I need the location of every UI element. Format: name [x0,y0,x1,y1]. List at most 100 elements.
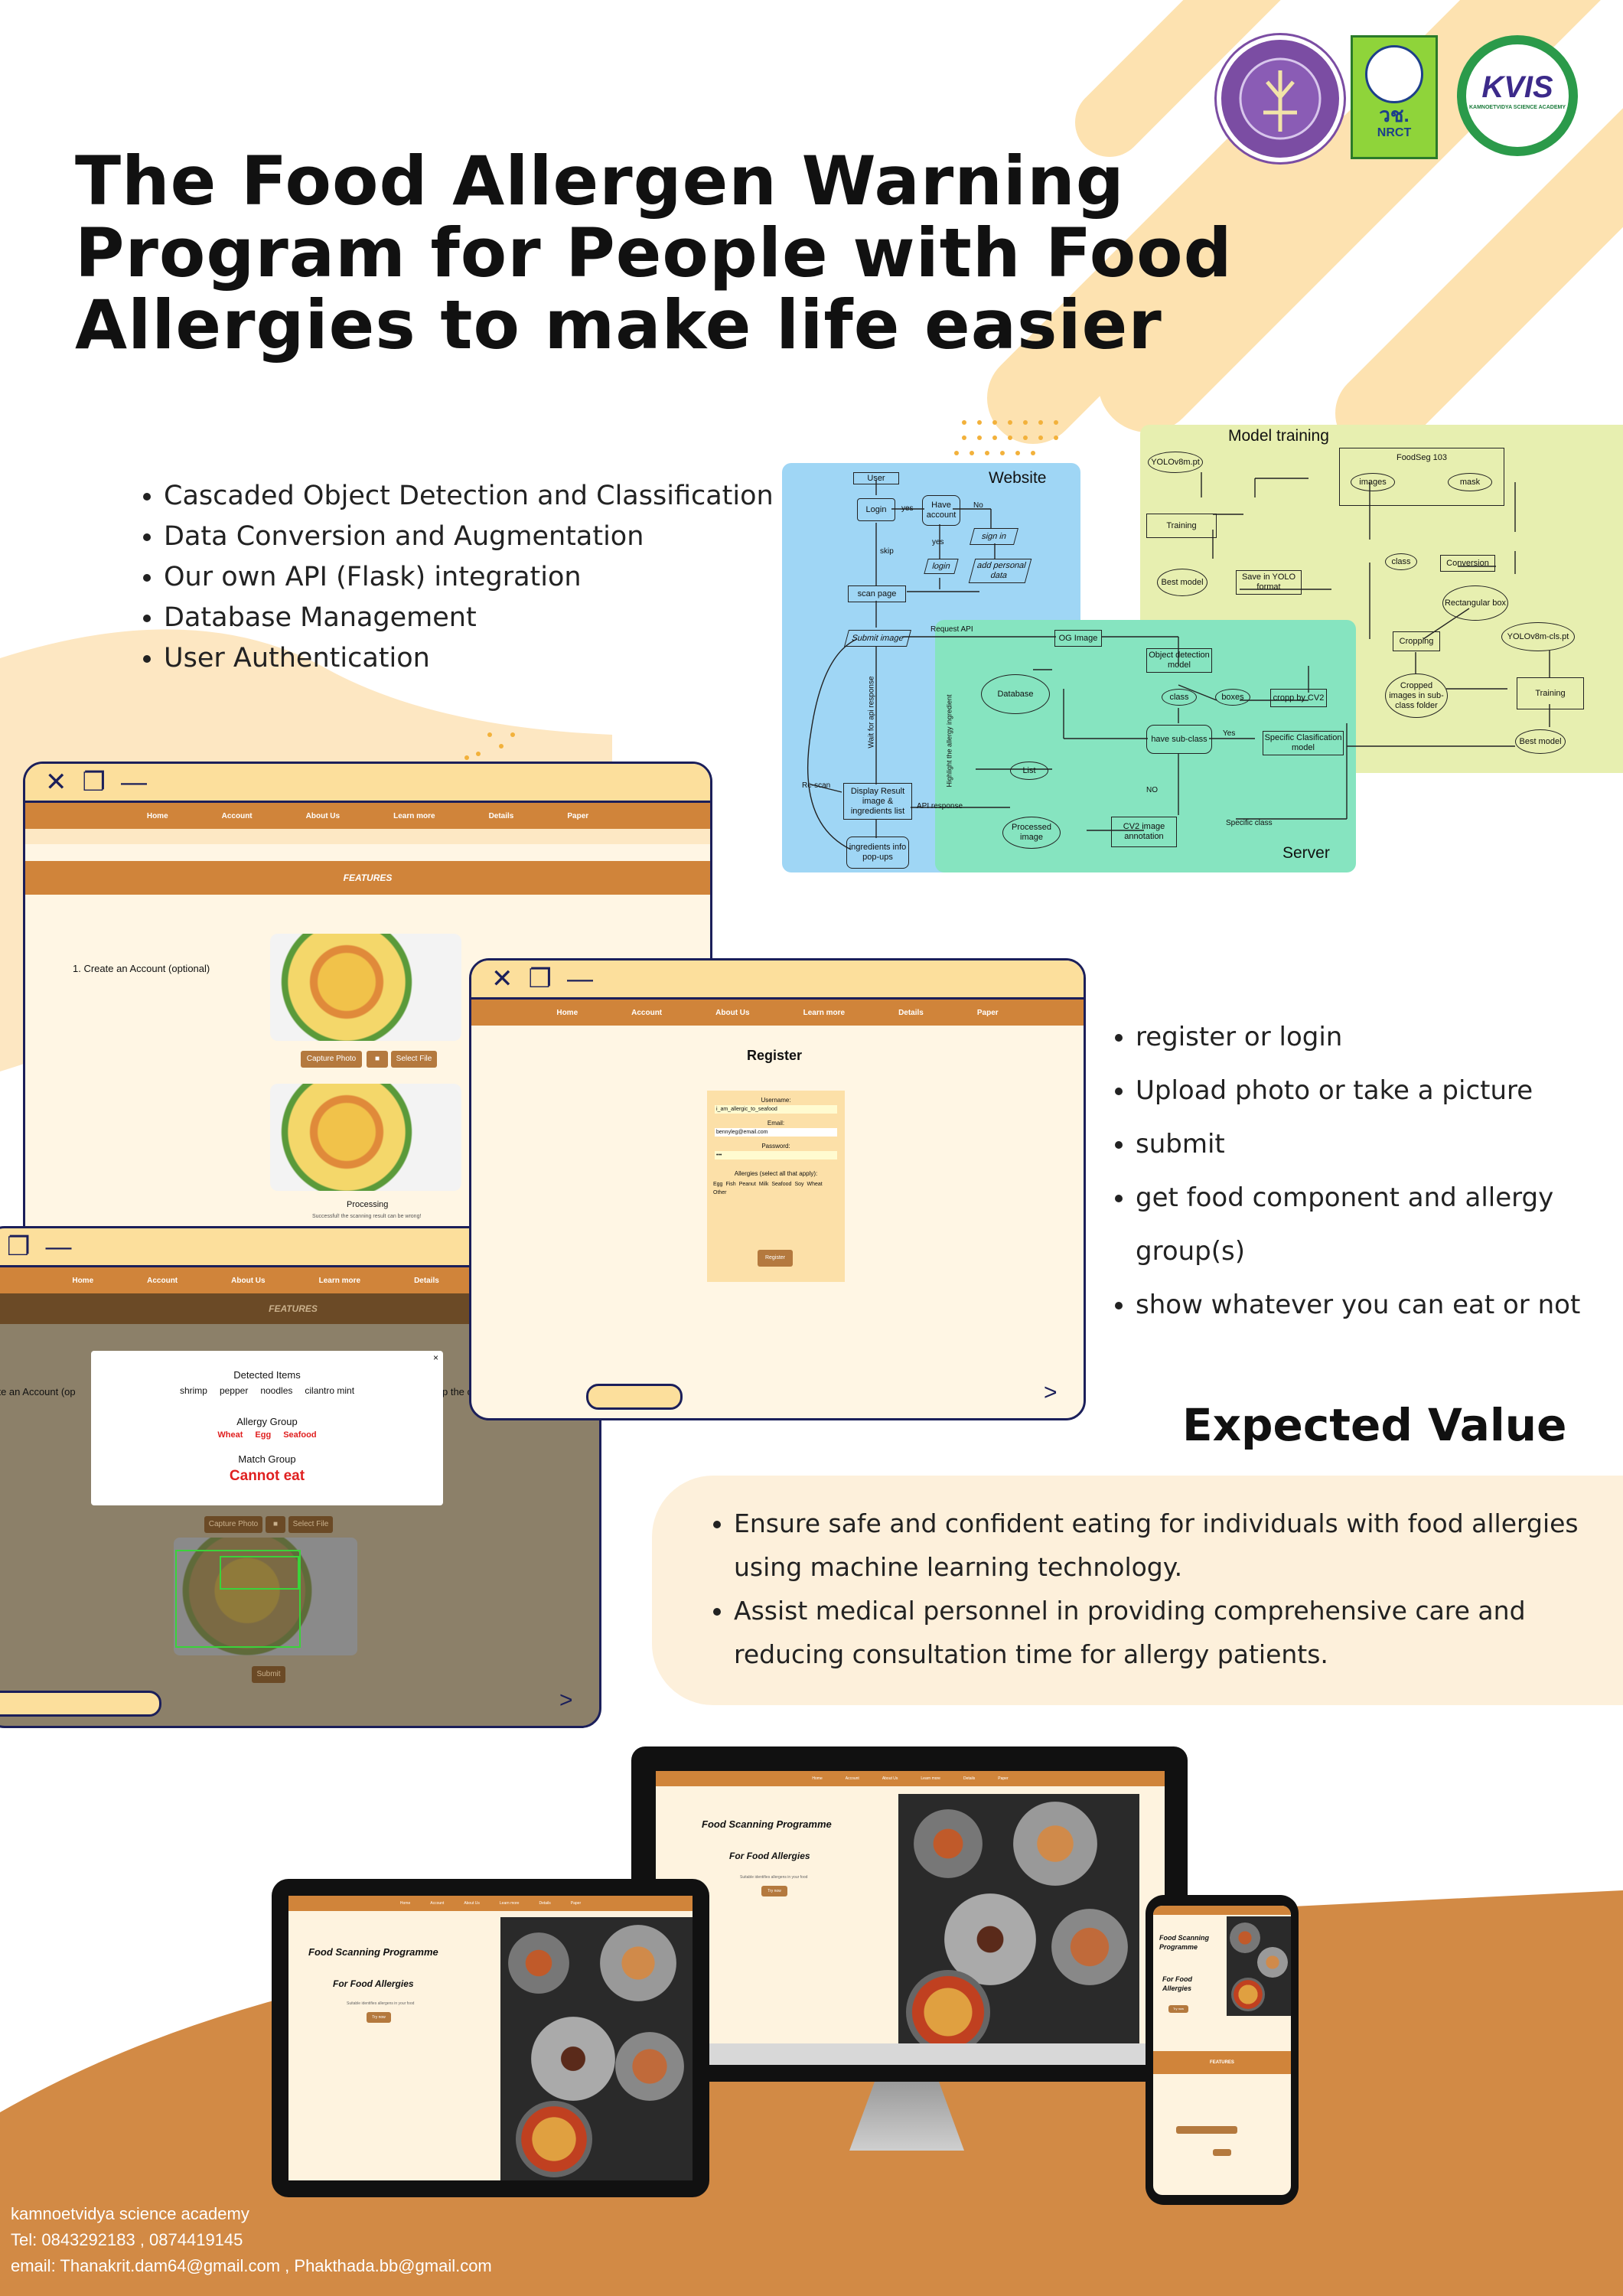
detected-items: shrimp pepper noodles cilantro mint [91,1385,443,1396]
phone-device: Food Scanning Programme For Food Allergi… [1146,1895,1299,2205]
flow-node-display-result: Display Result image & ingredients list [843,783,912,820]
nav-item[interactable]: Paper [998,1776,1008,1781]
select-file-button[interactable]: Select File [288,1516,333,1533]
nav-item[interactable]: Learn more [803,1009,845,1017]
flow-node-sub-class: have sub-class [1146,725,1212,754]
nav-item[interactable]: Paper [571,1901,581,1906]
password-field[interactable]: ••• [715,1151,837,1159]
email-field[interactable]: bennyleg@email.com [715,1128,837,1137]
detected-item: cilantro mint [305,1385,355,1396]
nav-item[interactable]: Learn more [393,812,435,820]
title-line: The Food Allergen Warning [75,142,1125,220]
capture-photo-button[interactable]: Capture Photo [204,1516,262,1533]
phone-screen: Food Scanning Programme For Food Allergi… [1153,1906,1291,2195]
checkbox-peanut[interactable]: Peanut [739,1182,756,1187]
match-title: Match Group [238,1453,296,1465]
checkbox-wheat[interactable]: Wheat [807,1182,823,1187]
try-now-button[interactable]: Try now [761,1886,787,1896]
step-label: eate an Account (op [0,1386,76,1397]
scrollbar[interactable] [0,1691,161,1717]
website-label: Website [989,469,1047,487]
nav-item[interactable]: Details [539,1901,550,1906]
minimize-icon[interactable]: — [567,964,593,994]
flow-node-training: Training [1146,514,1217,538]
register-form: Username: i_am_allergic_to_seafood Email… [707,1091,845,1282]
restore-icon[interactable]: ❐ [83,767,106,797]
flow-label-specific-class: Specific class [1226,819,1273,827]
next-arrow-icon[interactable]: > [1044,1380,1058,1406]
processing-note: Successful! the scanning result can be w… [312,1214,422,1219]
minimize-icon[interactable]: — [45,1232,71,1262]
poster-title: The Food Allergen Warning Program for Pe… [75,145,1299,361]
flow-node-user: User [853,472,899,484]
phone-numbers: Tel: 0843292183 , 0874419145 [11,2230,243,2249]
username-field[interactable]: i_am_allergic_to_seafood [715,1105,837,1114]
nav-item[interactable]: About Us [306,812,340,820]
checkbox-fish[interactable]: Fish [725,1182,735,1187]
minimize-icon[interactable]: — [121,768,147,797]
flow-node-og-image: OG Image [1054,630,1102,647]
camera-icon-button[interactable]: ■ [266,1516,285,1533]
try-now-button[interactable]: Try now [1168,2005,1188,2013]
try-now-button[interactable]: Try now [367,2012,391,2023]
nav-item[interactable]: Account [222,812,253,820]
restore-icon[interactable]: ❐ [7,1231,30,1262]
scrollbar[interactable] [586,1384,683,1410]
checkbox-milk[interactable]: Milk [759,1182,768,1187]
nav-item[interactable]: Details [489,812,514,820]
allergy-item: Wheat [217,1430,243,1440]
allergy-title: Allergy Group [236,1416,298,1427]
nav-item[interactable]: Details [414,1277,439,1285]
checkbox-egg[interactable]: Egg [713,1182,722,1187]
close-modal-icon[interactable]: × [433,1352,438,1363]
list-item: Assist medical personnel in providing co… [734,1589,1623,1676]
flow-label-api-response: API response [917,802,963,810]
checkbox-soy[interactable]: Soy [794,1182,803,1187]
close-icon[interactable]: ✕ [491,964,513,994]
checkbox-other[interactable]: Other [713,1190,727,1195]
monitor-screen: Home Account About Us Learn more Details… [656,1771,1165,2043]
nav-item[interactable]: Account [631,1009,662,1017]
nav-item[interactable]: About Us [464,1901,480,1906]
phone-submit-button[interactable] [1213,2149,1231,2156]
nav-item[interactable]: About Us [231,1277,265,1285]
nav-item[interactable]: About Us [882,1776,898,1781]
submit-button[interactable]: Submit [252,1666,285,1683]
flow-label-no2: NO [1146,786,1158,794]
nav-item[interactable]: Account [846,1776,859,1781]
capture-photo-button[interactable]: Capture Photo [301,1051,362,1068]
nav-item[interactable]: Home [147,812,168,820]
nav-item[interactable]: Learn more [319,1277,360,1285]
register-heading: Register [747,1048,803,1063]
select-file-button[interactable]: Select File [391,1051,437,1068]
restore-icon[interactable]: ❐ [529,964,552,994]
nav-item[interactable]: Details [898,1009,924,1017]
nav-item[interactable]: Account [147,1277,178,1285]
flow-node-class: class [1162,689,1197,706]
nav-item[interactable]: About Us [715,1009,749,1017]
register-button[interactable]: Register [758,1250,793,1267]
detected-title: Detected Items [233,1369,301,1381]
nav-item[interactable]: Learn more [500,1901,520,1906]
flow-node-best-model2: Best model [1515,729,1566,754]
phone-hero-heading: Food Scanning Programme [1159,1934,1209,1951]
nav-item[interactable]: Home [400,1901,410,1906]
camera-icon-button[interactable]: ■ [367,1051,388,1068]
allergies-label: Allergies (select all that apply): [734,1170,818,1177]
nav-item[interactable]: Account [430,1901,444,1906]
detected-item: pepper [219,1385,249,1396]
close-icon[interactable]: ✕ [45,767,67,797]
nav-item[interactable]: Paper [567,812,588,820]
nav-item[interactable]: Home [72,1277,93,1285]
checkbox-seafood[interactable]: Seafood [771,1182,791,1187]
nav-item[interactable]: Home [812,1776,822,1781]
flow-label-yes3: Yes [1223,729,1236,738]
next-arrow-icon[interactable]: > [559,1688,573,1714]
annotated-food-photo [174,1538,357,1655]
phone-capture-button[interactable] [1176,2126,1237,2134]
nav-item[interactable]: Home [556,1009,578,1017]
nav-item[interactable]: Learn more [921,1776,940,1781]
nav-item[interactable]: Paper [977,1009,999,1017]
features-banner: FEATURES [25,861,710,895]
nav-item[interactable]: Details [963,1776,975,1781]
